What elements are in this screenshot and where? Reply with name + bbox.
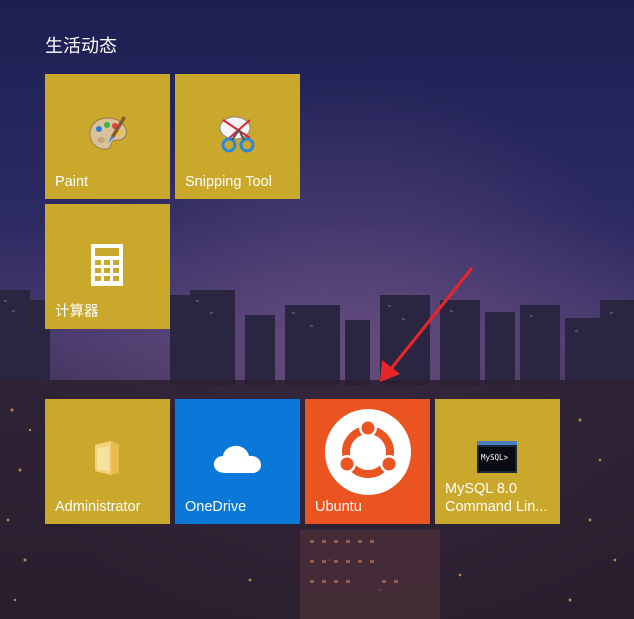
folder-icon [95,441,119,475]
tile-label: Snipping Tool [185,174,272,190]
mysql-console-icon: MySQL> [477,441,517,473]
calculator-icon [91,244,123,286]
tile-onedrive[interactable]: OneDrive [175,399,300,524]
ubuntu-logo-icon [325,409,411,495]
cloud-icon [213,445,261,473]
tile-paint[interactable]: Paint [45,74,170,199]
tile-mysql-command-line[interactable]: MySQL> MySQL 8.0 Command Lin... [435,399,560,524]
tile-label: Administrator [55,499,141,515]
tile-snipping-tool[interactable]: Snipping Tool [175,74,300,199]
tile-ubuntu[interactable]: Ubuntu [305,399,430,524]
tile-label: 计算器 [55,304,99,320]
mysql-prompt-text: MySQL> [481,453,509,462]
paint-palette-icon [89,116,127,150]
tile-label: Paint [55,174,89,190]
tile-group-title: 生活动态 [45,36,117,57]
tile-calculator[interactable]: 计算器 [45,204,170,329]
tile-label: OneDrive [185,499,247,515]
tile-label: Ubuntu [315,499,362,515]
tile-administrator[interactable]: Administrator [45,399,170,524]
scissors-icon [219,116,255,153]
annotation-arrow-icon [380,267,474,382]
tile-label: MySQL 8.0 Command Lin... [445,481,548,515]
